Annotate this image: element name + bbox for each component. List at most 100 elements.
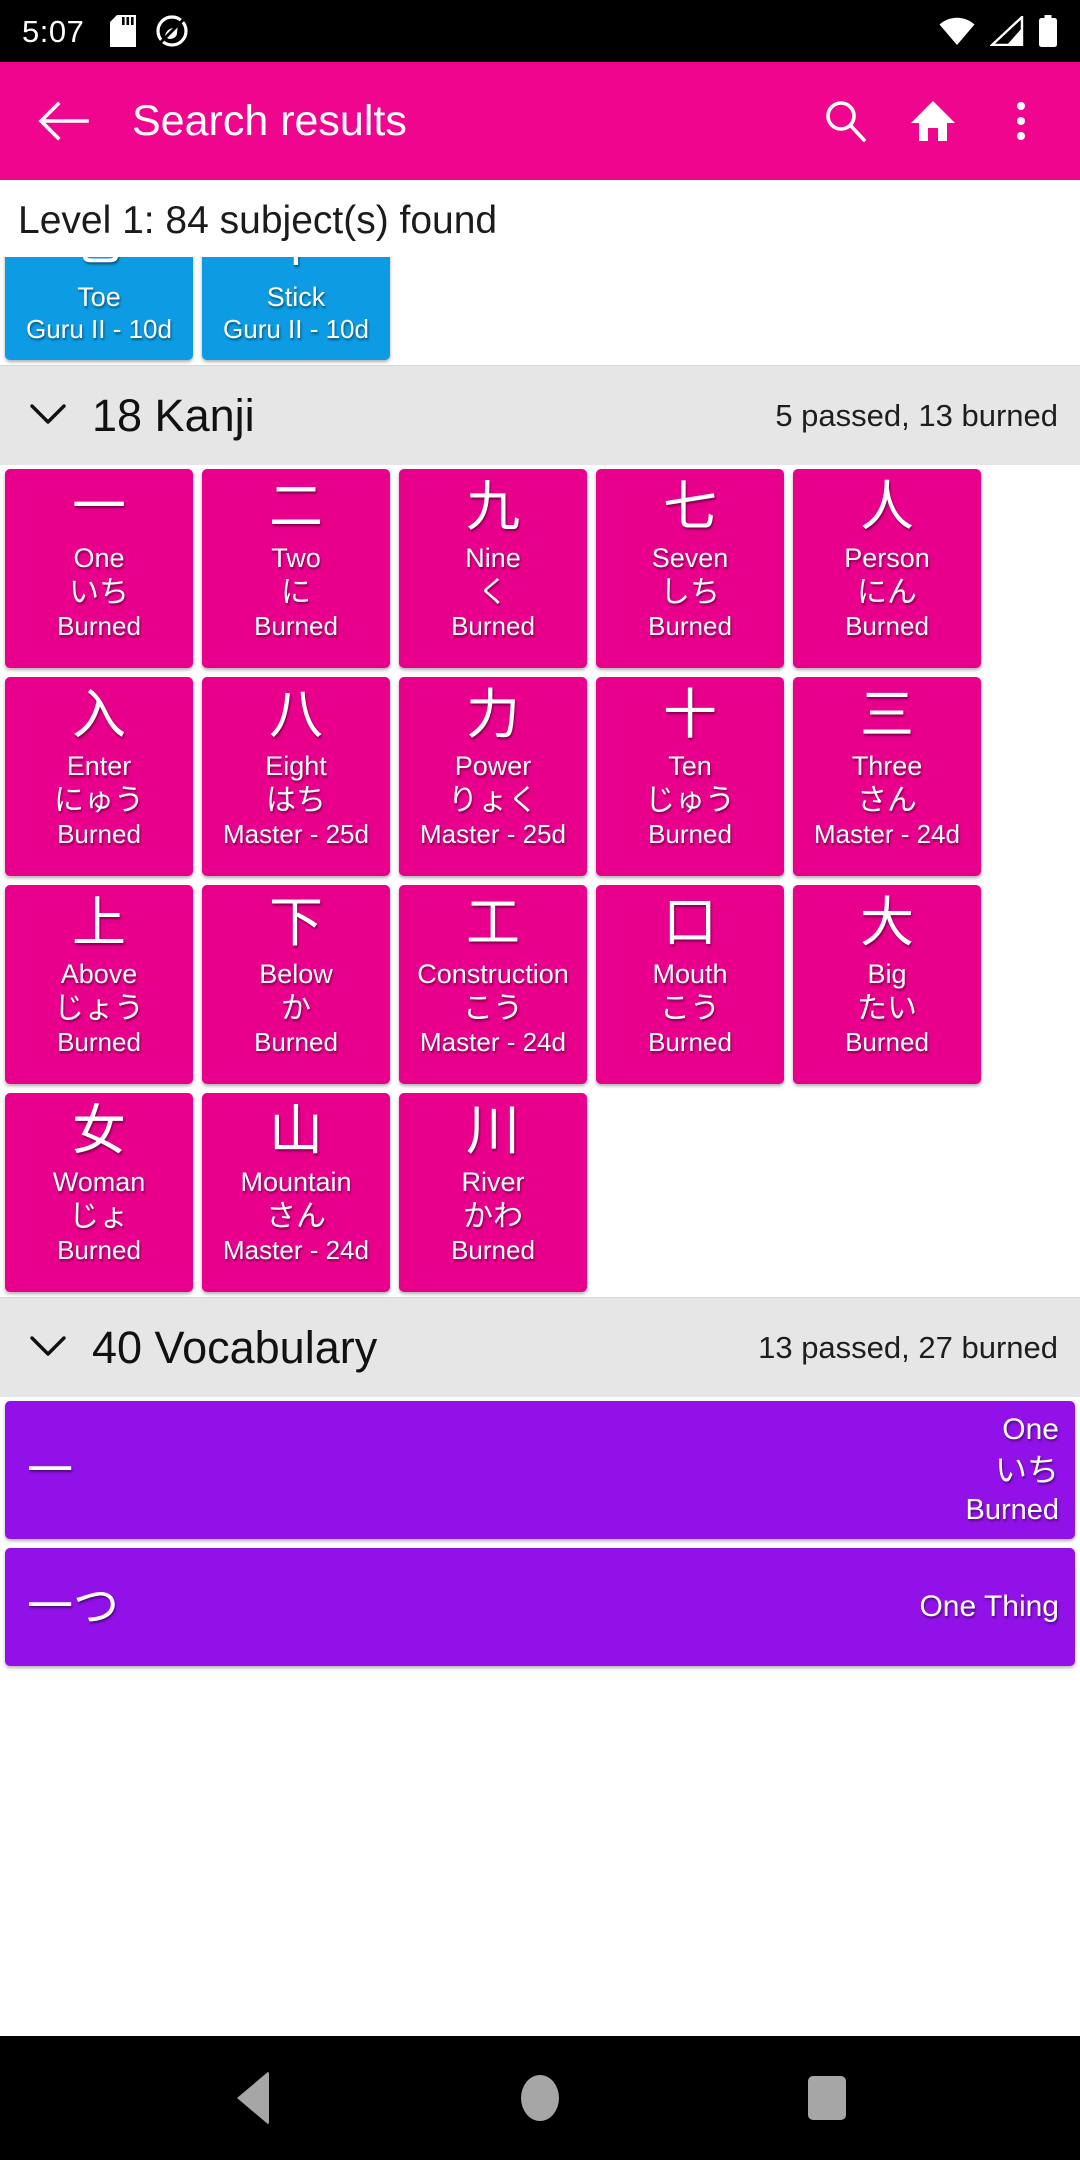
back-nav-button[interactable]	[207, 2052, 299, 2144]
kanji-card[interactable]: 工 Construction こう Master - 24d	[399, 884, 587, 1084]
status-bar-left-icons	[110, 15, 188, 47]
kanji-section-title: 18 Kanji	[92, 389, 255, 441]
kanji-srs: Burned	[451, 611, 535, 642]
vocabulary-meaning: One	[1002, 1412, 1059, 1446]
do-not-disturb-icon	[156, 15, 188, 47]
chevron-down-icon[interactable]	[26, 393, 70, 437]
vocabulary-reading: いち	[994, 1451, 1059, 1490]
vocabulary-row[interactable]: 一 One いち Burned	[5, 1400, 1075, 1539]
kanji-glyph: 九	[466, 474, 520, 538]
kanji-reading: こう	[463, 990, 523, 1026]
kanji-glyph: 口	[663, 890, 717, 954]
vocabulary-section-header[interactable]: 40 Vocabulary 13 passed, 27 burned	[0, 1296, 1080, 1397]
kanji-card[interactable]: 女 Woman じょ Burned	[5, 1092, 193, 1292]
kanji-meaning: One	[73, 542, 125, 573]
kanji-srs: Master - 24d	[814, 819, 960, 850]
search-results-scroll[interactable]: Level 1: 84 subject(s) found ⺃ Toe Guru …	[0, 180, 1080, 2036]
kanji-meaning: Person	[844, 542, 930, 573]
kanji-glyph: 一	[72, 474, 126, 538]
battery-icon	[1038, 15, 1058, 47]
kanji-glyph: 川	[466, 1098, 520, 1162]
kanji-reading: さん	[857, 782, 917, 818]
kanji-reading: いち	[69, 574, 129, 610]
kanji-card[interactable]: 八 Eight はち Master - 25d	[202, 676, 390, 876]
radical-glyph: ⺃	[73, 257, 125, 271]
kanji-meaning: Enter	[66, 750, 132, 781]
kanji-reading: じょう	[54, 990, 144, 1026]
kanji-card[interactable]: 一 One いち Burned	[5, 468, 193, 668]
kanji-card[interactable]: 十 Ten じゅう Burned	[596, 676, 784, 876]
kanji-srs: Burned	[254, 611, 338, 642]
radical-card[interactable]: 丨 Stick Guru II - 10d	[202, 256, 390, 360]
kanji-reading: か	[281, 990, 311, 1026]
search-icon[interactable]	[814, 90, 876, 152]
kanji-glyph: 入	[72, 682, 126, 746]
home-icon[interactable]	[902, 90, 964, 152]
kanji-srs: Burned	[451, 1235, 535, 1266]
kanji-card[interactable]: 九 Nine く Burned	[399, 468, 587, 668]
kanji-srs: Burned	[845, 1027, 929, 1058]
kanji-card[interactable]: 下 Below か Burned	[202, 884, 390, 1084]
status-bar: 5:07	[0, 0, 1080, 62]
radical-glyph: 丨	[270, 257, 322, 271]
kanji-meaning: Construction	[417, 958, 569, 989]
radical-srs: Guru II - 10d	[223, 314, 369, 345]
kanji-srs: Burned	[57, 1027, 141, 1058]
overflow-menu-icon[interactable]	[990, 90, 1052, 152]
kanji-card[interactable]: 入 Enter にゅう Burned	[5, 676, 193, 876]
kanji-srs: Burned	[648, 611, 732, 642]
kanji-card[interactable]: 七 Seven しち Burned	[596, 468, 784, 668]
kanji-srs: Burned	[254, 1027, 338, 1058]
kanji-srs: Master - 24d	[420, 1027, 566, 1058]
kanji-meaning: Seven	[651, 542, 729, 573]
back-button[interactable]	[30, 88, 96, 154]
vocabulary-glyph: 一	[27, 1442, 73, 1497]
kanji-card[interactable]: 人 Person にん Burned	[793, 468, 981, 668]
chevron-down-icon[interactable]	[26, 1325, 70, 1369]
radical-section: ⺃ Toe Guru II - 10d 丨 Stick Guru II - 10…	[0, 256, 1080, 365]
kanji-reading: しち	[660, 574, 720, 610]
recents-nav-button[interactable]	[781, 2052, 873, 2144]
vocabulary-info: One Thing	[919, 1588, 1059, 1626]
kanji-glyph: 八	[269, 682, 323, 746]
level-header: Level 1: 84 subject(s) found	[0, 180, 1080, 257]
kanji-meaning: Above	[60, 958, 138, 989]
kanji-reading: さん	[266, 1198, 326, 1234]
kanji-glyph: 山	[269, 1098, 323, 1162]
kanji-section-stats: 5 passed, 13 burned	[775, 397, 1058, 433]
kanji-card[interactable]: 口 Mouth こう Burned	[596, 884, 784, 1084]
kanji-reading: はち	[266, 782, 326, 818]
app-bar-actions	[814, 90, 1052, 152]
status-bar-clock: 5:07	[22, 13, 85, 49]
radical-card[interactable]: ⺃ Toe Guru II - 10d	[5, 256, 193, 360]
kanji-srs: Burned	[648, 1027, 732, 1058]
vocabulary-section-title: 40 Vocabulary	[92, 1321, 378, 1373]
vocabulary-section-stats: 13 passed, 27 burned	[758, 1329, 1058, 1365]
kanji-meaning: Mountain	[240, 1166, 352, 1197]
kanji-card[interactable]: 大 Big たい Burned	[793, 884, 981, 1084]
kanji-card[interactable]: 三 Three さん Master - 24d	[793, 676, 981, 876]
kanji-reading: たい	[857, 990, 917, 1026]
kanji-glyph: 大	[860, 890, 914, 954]
kanji-reading: りょく	[448, 782, 538, 818]
home-nav-button[interactable]	[494, 2052, 586, 2144]
kanji-card[interactable]: 二 Two に Burned	[202, 468, 390, 668]
kanji-meaning: River	[461, 1166, 525, 1197]
kanji-meaning: Three	[851, 750, 923, 781]
kanji-card[interactable]: 上 Above じょう Burned	[5, 884, 193, 1084]
kanji-srs: Master - 25d	[420, 819, 566, 850]
vocabulary-row[interactable]: 一つ One Thing	[5, 1547, 1075, 1666]
android-navigation-bar	[0, 2036, 1080, 2160]
kanji-section-header[interactable]: 18 Kanji 5 passed, 13 burned	[0, 364, 1080, 465]
kanji-glyph: 十	[663, 682, 717, 746]
app-root: 5:07 Search results Level 1: 84 subject(…	[0, 0, 1080, 2160]
kanji-card[interactable]: 山 Mountain さん Master - 24d	[202, 1092, 390, 1292]
kanji-card[interactable]: 力 Power りょく Master - 25d	[399, 676, 587, 876]
kanji-meaning: Mouth	[652, 958, 728, 989]
kanji-card[interactable]: 川 River かわ Burned	[399, 1092, 587, 1292]
kanji-glyph: 下	[269, 890, 323, 954]
vocabulary-glyph: 一つ	[27, 1579, 119, 1634]
kanji-srs: Burned	[648, 819, 732, 850]
kanji-grid: 一 One いち Burned 二 Two に Burned 九 Nine く Burned 七 Seve…	[0, 464, 1080, 1297]
kanji-meaning: Eight	[265, 750, 327, 781]
